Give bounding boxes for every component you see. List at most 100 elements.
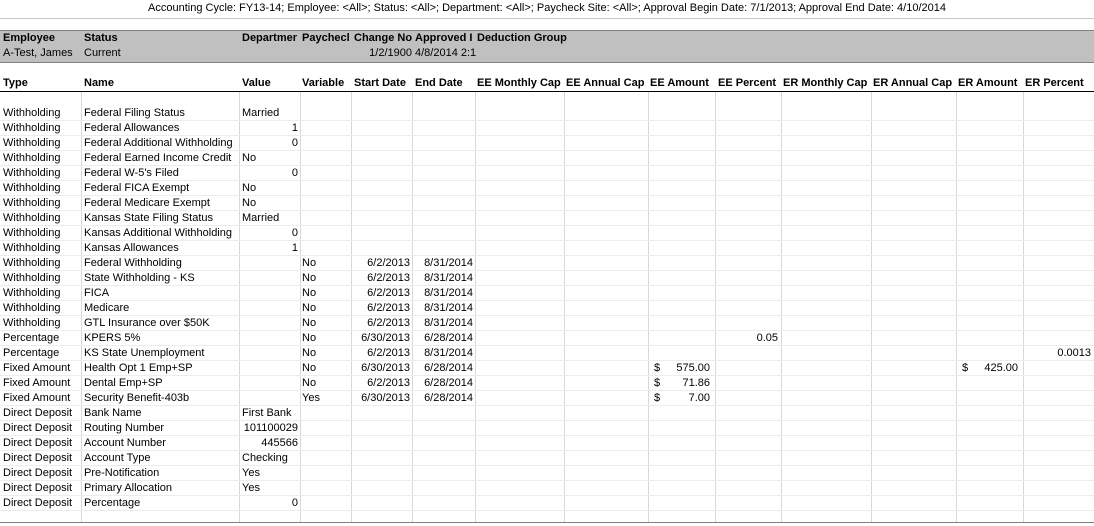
row-ee-amount: 575.00 <box>676 362 710 374</box>
row-start-date: 6/2/2013 <box>367 272 410 284</box>
row-name: Account Number <box>84 437 166 449</box>
row-value: 0 <box>291 497 298 509</box>
column-header-start-date: Start Date <box>354 77 406 89</box>
row-name: Federal Medicare Exempt <box>84 197 210 209</box>
row-name: Routing Number <box>84 422 165 434</box>
column-header-er-percent: ER Percent <box>1025 77 1084 89</box>
row-name: State Withholding - KS <box>84 272 195 284</box>
row-type: Percentage <box>3 347 60 359</box>
row-value: 101100029 <box>243 422 298 434</box>
grid-column-line <box>300 92 301 522</box>
row-value: Yes <box>242 467 260 479</box>
row-start-date: 6/30/2013 <box>361 362 410 374</box>
row-end-date: 8/31/2014 <box>424 317 473 329</box>
grid-column-line <box>1023 92 1024 522</box>
row-type: Withholding <box>3 212 61 224</box>
row-value: First Bank <box>242 407 292 419</box>
row-value: No <box>242 182 257 194</box>
department-label: Departmer <box>242 32 298 44</box>
row-end-date: 8/31/2014 <box>424 272 473 284</box>
row-name: Kansas Allowances <box>84 242 179 254</box>
row-type: Withholding <box>3 317 61 329</box>
grid-column-line <box>781 92 782 522</box>
row-name: FICA <box>84 287 110 299</box>
row-end-date: 8/31/2014 <box>424 287 473 299</box>
row-type: Withholding <box>3 122 61 134</box>
row-type: Fixed Amount <box>3 392 71 404</box>
row-type: Withholding <box>3 257 61 269</box>
row-variable: No <box>302 257 317 269</box>
row-name: Kansas Additional Withholding <box>84 227 232 239</box>
status-label: Status <box>84 32 118 44</box>
row-start-date: 6/30/2013 <box>361 332 410 344</box>
row-er-amount: 425.00 <box>984 362 1018 374</box>
row-value: Yes <box>242 482 260 494</box>
row-type: Direct Deposit <box>3 437 73 449</box>
row-variable: No <box>302 347 317 359</box>
row-ee-amount: 7.00 <box>688 392 710 404</box>
column-header-er-amount: ER Amount <box>958 77 1018 89</box>
row-name: Federal Additional Withholding <box>84 137 233 149</box>
approved-value: 4/8/2014 2:1 <box>415 47 476 59</box>
row-variable: Yes <box>302 392 320 404</box>
row-name: Federal FICA Exempt <box>84 182 190 194</box>
row-type: Percentage <box>3 332 60 344</box>
row-ee-percent: 0.05 <box>756 332 778 344</box>
column-header-ee-percent: EE Percent <box>718 77 777 89</box>
column-header-type: Type <box>3 77 28 89</box>
row-type: Fixed Amount <box>3 362 71 374</box>
grid-column-line <box>871 92 872 522</box>
row-type: Withholding <box>3 137 61 149</box>
report-title: Accounting Cycle: FY13-14; Employee: <Al… <box>148 2 946 14</box>
row-type: Withholding <box>3 167 61 179</box>
row-value: No <box>242 197 257 209</box>
bottom-divider <box>0 522 1094 523</box>
row-type: Withholding <box>3 152 61 164</box>
row-end-date: 6/28/2014 <box>424 392 473 404</box>
row-type: Direct Deposit <box>3 482 73 494</box>
row-name: Security Benefit-403b <box>84 392 190 404</box>
row-variable: No <box>302 287 317 299</box>
row-er-percent: 0.0013 <box>1057 347 1091 359</box>
column-header-ee-amount: EE Amount <box>650 77 709 89</box>
row-name: Primary Allocation <box>84 482 173 494</box>
row-name: Federal Withholding <box>84 257 182 269</box>
column-header-value: Value <box>242 77 271 89</box>
employee-name: A-Test, James <box>3 47 73 59</box>
row-type: Withholding <box>3 182 61 194</box>
row-variable: No <box>302 377 317 389</box>
row-type: Direct Deposit <box>3 422 73 434</box>
paycheck-label: Paychecl <box>302 32 350 44</box>
deduction-group-label: Deduction Group <box>477 32 567 44</box>
header-divider <box>0 91 1094 92</box>
grid-column-line <box>648 92 649 522</box>
row-name: Pre-Notification <box>84 467 160 479</box>
row-value: 0 <box>291 167 298 179</box>
row-end-date: 8/31/2014 <box>424 302 473 314</box>
row-start-date: 6/2/2013 <box>367 377 410 389</box>
row-value: 0 <box>291 137 298 149</box>
column-header-name: Name <box>84 77 114 89</box>
row-type: Withholding <box>3 227 61 239</box>
row-end-date: 6/28/2014 <box>424 362 473 374</box>
column-header-ee-annual-cap: EE Annual Cap <box>566 77 645 89</box>
approved-label: Approved I <box>415 32 473 44</box>
row-type: Direct Deposit <box>3 497 73 509</box>
row-start-date: 6/2/2013 <box>367 302 410 314</box>
column-header-er-annual-cap: ER Annual Cap <box>873 77 953 89</box>
row-start-date: 6/2/2013 <box>367 287 410 299</box>
row-type: Fixed Amount <box>3 377 71 389</box>
row-type: Withholding <box>3 107 61 119</box>
row-name: KPERS 5% <box>84 332 141 344</box>
employee-label: Employee <box>3 32 55 44</box>
row-ee-amount: 71.86 <box>682 377 710 389</box>
row-name: Medicare <box>84 302 130 314</box>
row-end-date: 8/31/2014 <box>424 257 473 269</box>
row-start-date: 6/2/2013 <box>367 317 410 329</box>
row-name: Federal W-5's Filed <box>84 167 179 179</box>
row-name: Health Opt 1 Emp+SP <box>84 362 193 374</box>
grid-column-line <box>81 92 82 522</box>
grid-column-line <box>956 92 957 522</box>
row-name: Percentage <box>84 497 141 509</box>
row-variable: No <box>302 272 317 284</box>
